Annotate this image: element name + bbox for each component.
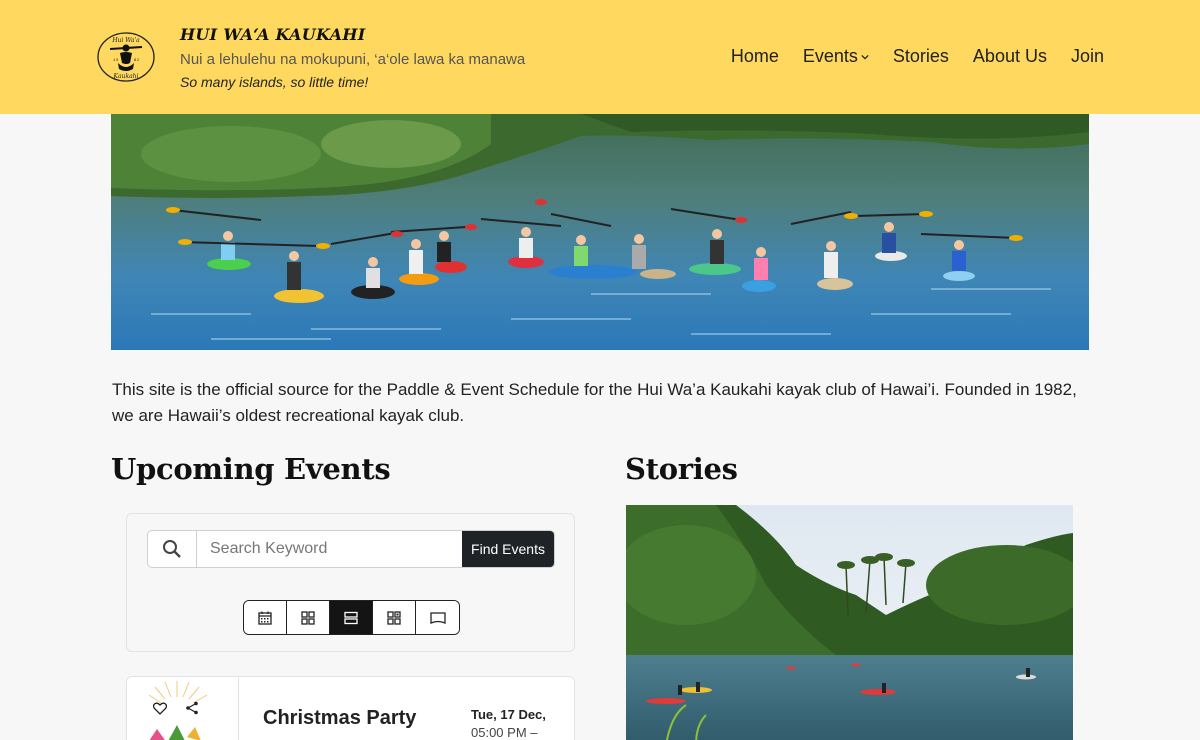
nav-item-events-label: Events xyxy=(802,46,858,66)
nav-item-about-us[interactable]: About Us xyxy=(973,46,1047,67)
svg-text:Hui Wa'a: Hui Wa'a xyxy=(111,37,140,44)
site-title[interactable]: HUI WA‘A KAUKAHI xyxy=(180,25,366,44)
map-view-button[interactable] xyxy=(416,601,459,634)
nav-item-join[interactable]: Join xyxy=(1071,46,1104,67)
upcoming-events-heading: Upcoming Events xyxy=(111,452,391,486)
site-tagline-english: So many islands, so little time! xyxy=(180,74,369,90)
grid-view-button[interactable] xyxy=(287,601,330,634)
list-icon xyxy=(344,611,358,624)
chevron-down-icon xyxy=(861,54,869,59)
find-events-button[interactable]: Find Events xyxy=(462,531,554,567)
nav-item-stories[interactable]: Stories xyxy=(893,46,949,67)
tile-view-button[interactable] xyxy=(373,601,416,634)
event-card[interactable]: Christmas Party Tue, 17 Dec, 05:00 PM – xyxy=(126,676,575,740)
nav-item-home[interactable]: Home xyxy=(731,46,779,67)
heart-icon[interactable] xyxy=(153,702,167,715)
svg-text:Kaukahi: Kaukahi xyxy=(113,73,139,80)
event-time: 05:00 PM – xyxy=(471,725,538,740)
search-bar: Find Events xyxy=(147,530,555,568)
grid-icon xyxy=(301,610,315,625)
event-date: Tue, 17 Dec, xyxy=(471,707,546,722)
search-keyword-input[interactable] xyxy=(198,531,464,567)
view-switcher xyxy=(243,600,460,635)
stories-heading: Stories xyxy=(625,452,738,486)
event-search-panel: Find Events xyxy=(126,513,575,652)
story-image[interactable] xyxy=(626,505,1073,740)
hero-image xyxy=(111,114,1089,350)
share-icon[interactable] xyxy=(185,701,199,715)
calendar-icon xyxy=(258,611,272,625)
list-view-button[interactable] xyxy=(330,601,373,634)
map-icon xyxy=(429,611,446,624)
event-title[interactable]: Christmas Party xyxy=(263,707,416,730)
intro-paragraph: This site is the official source for the… xyxy=(112,380,1077,425)
site-header: Hui Wa'a Kaukahi 1 9 8 2 HUI WA‘A KAUKAH… xyxy=(0,0,1200,114)
main-nav: Home Events Stories About Us Join xyxy=(731,46,1104,67)
calendar-view-button[interactable] xyxy=(244,601,287,634)
tile-icon xyxy=(387,610,401,625)
search-icon xyxy=(148,531,197,567)
event-thumbnail xyxy=(127,677,239,740)
nav-item-events[interactable]: Events xyxy=(803,46,869,67)
club-logo-icon[interactable]: Hui Wa'a Kaukahi 1 9 8 2 xyxy=(96,31,156,83)
site-tagline-hawaiian: Nui a lehulehu na mokupuni, ‘a‘ole lawa … xyxy=(180,51,526,68)
